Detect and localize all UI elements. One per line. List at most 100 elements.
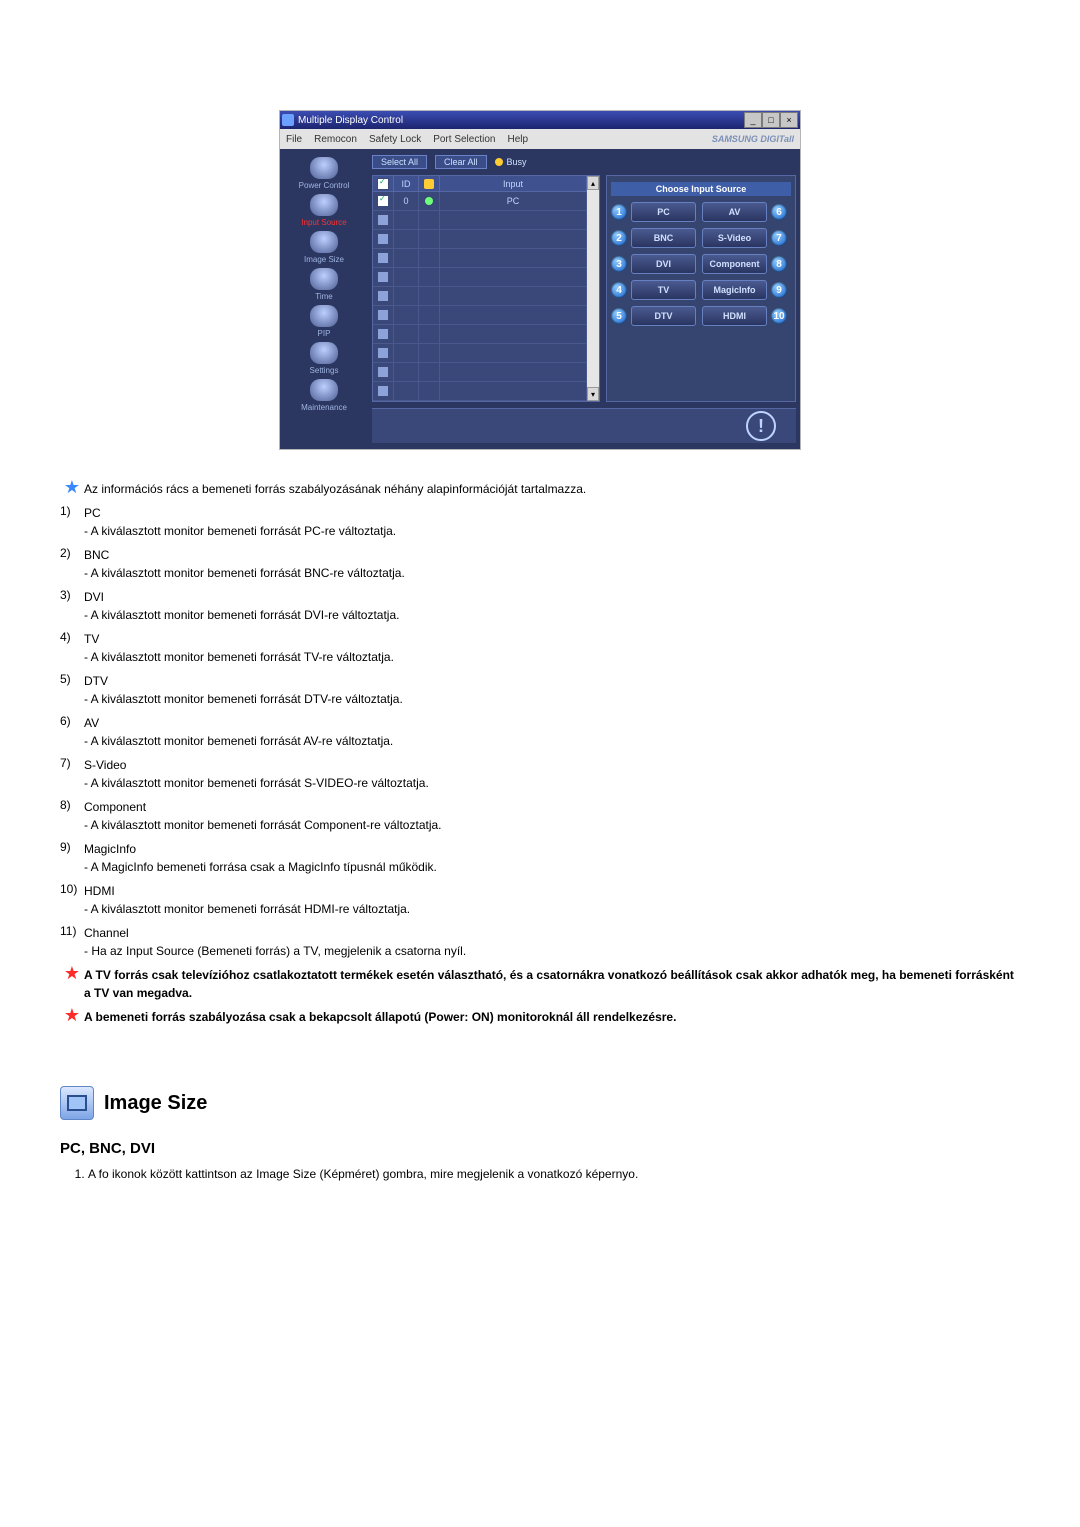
- table-row[interactable]: [373, 382, 587, 401]
- cell-status: [419, 268, 440, 286]
- checkbox-icon[interactable]: [377, 290, 389, 302]
- power-icon: [310, 157, 338, 179]
- desc-item: 8)Component- A kiválasztott monitor beme…: [60, 798, 1020, 834]
- table-row[interactable]: [373, 249, 587, 268]
- sidebar-item-settings[interactable]: Settings: [284, 342, 364, 375]
- cell-input: [440, 344, 587, 362]
- checkbox-icon[interactable]: [377, 233, 389, 245]
- scroll-down-button[interactable]: ▾: [587, 387, 599, 401]
- scroll-track[interactable]: [587, 190, 599, 387]
- cell-check[interactable]: [373, 363, 394, 381]
- table-row[interactable]: [373, 306, 587, 325]
- desc-item: 9)MagicInfo- A MagicInfo bemeneti forrás…: [60, 840, 1020, 876]
- table-row[interactable]: [373, 268, 587, 287]
- sidebar-item-input-source[interactable]: Input Source: [284, 194, 364, 227]
- star-icon: ★: [60, 480, 84, 498]
- cell-input: [440, 325, 587, 343]
- table-row[interactable]: [373, 363, 587, 382]
- table-row[interactable]: [373, 325, 587, 344]
- checkbox-icon[interactable]: [377, 366, 389, 378]
- checkbox-icon[interactable]: [377, 347, 389, 359]
- input-source-button[interactable]: DVI: [631, 254, 696, 274]
- cell-check[interactable]: [373, 211, 394, 229]
- select-all-button[interactable]: Select All: [372, 155, 427, 169]
- input-source-option: 3DVI: [611, 254, 700, 274]
- table-row[interactable]: [373, 287, 587, 306]
- menu-help[interactable]: Help: [507, 134, 528, 145]
- cell-check[interactable]: [373, 268, 394, 286]
- desc-item: 2)BNC- A kiválasztott monitor bemeneti f…: [60, 546, 1020, 582]
- input-source-option: AV6: [702, 202, 791, 222]
- sidebar-item-label: Image Size: [304, 255, 344, 264]
- checkbox-icon[interactable]: [377, 309, 389, 321]
- table-header: ID Input: [373, 176, 587, 192]
- input-source-button[interactable]: BNC: [631, 228, 696, 248]
- menu-remocon[interactable]: Remocon: [314, 134, 357, 145]
- step-list: A fo ikonok között kattintson az Image S…: [60, 1167, 1020, 1181]
- input-source-button[interactable]: TV: [631, 280, 696, 300]
- input-source-button[interactable]: PC: [631, 202, 696, 222]
- input-source-button[interactable]: DTV: [631, 306, 696, 326]
- input-source-icon: [310, 194, 338, 216]
- input-source-button[interactable]: S-Video: [702, 228, 767, 248]
- sidebar-item-image-size[interactable]: Image Size: [284, 231, 364, 264]
- checkbox-icon[interactable]: [377, 178, 389, 190]
- table-row[interactable]: [373, 344, 587, 363]
- cell-check[interactable]: [373, 287, 394, 305]
- input-source-option: S-Video7: [702, 228, 791, 248]
- checkbox-icon[interactable]: [377, 328, 389, 340]
- clear-all-button[interactable]: Clear All: [435, 155, 487, 169]
- input-source-button[interactable]: HDMI: [702, 306, 767, 326]
- sidebar-item-pip[interactable]: PIP: [284, 305, 364, 338]
- scroll-up-button[interactable]: ▴: [587, 176, 599, 190]
- desc-text: DVI- A kiválasztott monitor bemeneti for…: [84, 588, 1020, 624]
- panel-header: Choose Input Source: [611, 182, 791, 196]
- cell-status: [419, 325, 440, 343]
- checkbox-icon[interactable]: [377, 252, 389, 264]
- cell-id: [394, 287, 419, 305]
- desc-item: 6)AV- A kiválasztott monitor bemeneti fo…: [60, 714, 1020, 750]
- table-row[interactable]: [373, 211, 587, 230]
- note-1: A TV forrás csak televízióhoz csatlakozt…: [84, 966, 1020, 1002]
- close-button[interactable]: ×: [780, 112, 798, 128]
- input-source-button[interactable]: AV: [702, 202, 767, 222]
- callout-badge: 2: [611, 230, 627, 246]
- cell-check[interactable]: [373, 382, 394, 400]
- desc-text: MagicInfo- A MagicInfo bemeneti forrása …: [84, 840, 1020, 876]
- menu-safety-lock[interactable]: Safety Lock: [369, 134, 421, 145]
- star-icon: ★: [60, 1008, 84, 1026]
- input-source-option: 1PC: [611, 202, 700, 222]
- cell-check[interactable]: [373, 230, 394, 248]
- input-source-button[interactable]: MagicInfo: [702, 280, 767, 300]
- checkbox-icon[interactable]: [377, 385, 389, 397]
- table-row[interactable]: [373, 230, 587, 249]
- sidebar-item-label: Settings: [310, 366, 339, 375]
- desc-text: Channel- Ha az Input Source (Bemeneti fo…: [84, 924, 1020, 960]
- checkbox-icon[interactable]: [377, 214, 389, 226]
- cell-check[interactable]: [373, 344, 394, 362]
- subheading: PC, BNC, DVI: [60, 1140, 1020, 1157]
- app-window: Multiple Display Control _ □ × File Remo…: [279, 110, 801, 450]
- minimize-button[interactable]: _: [744, 112, 762, 128]
- sidebar-item-time[interactable]: Time: [284, 268, 364, 301]
- desc-item: 11)Channel- Ha az Input Source (Bemeneti…: [60, 924, 1020, 960]
- checkbox-icon[interactable]: [377, 271, 389, 283]
- input-source-button[interactable]: Component: [702, 254, 767, 274]
- cell-check[interactable]: [373, 306, 394, 324]
- cell-status: [419, 192, 440, 210]
- sidebar-item-maintenance[interactable]: Maintenance: [284, 379, 364, 412]
- menu-port-selection[interactable]: Port Selection: [433, 134, 495, 145]
- cell-status: [419, 306, 440, 324]
- col-check[interactable]: [373, 176, 394, 192]
- scrollbar[interactable]: ▴ ▾: [587, 176, 599, 401]
- table-row[interactable]: 0PC: [373, 192, 587, 211]
- maximize-button[interactable]: □: [762, 112, 780, 128]
- cell-check[interactable]: [373, 249, 394, 267]
- checkbox-icon[interactable]: [377, 195, 389, 207]
- cell-check[interactable]: [373, 325, 394, 343]
- sidebar-item-power-control[interactable]: Power Control: [284, 157, 364, 190]
- table-body: 0PC: [373, 192, 587, 401]
- cell-check[interactable]: [373, 192, 394, 210]
- cell-id: [394, 230, 419, 248]
- menu-file[interactable]: File: [286, 134, 302, 145]
